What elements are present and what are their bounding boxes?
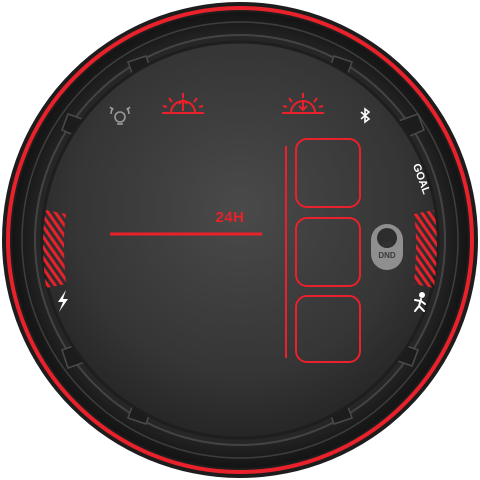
dnd-sleep-label: zzz xyxy=(382,242,392,248)
dnd-label[interactable]: DND xyxy=(370,252,404,260)
range-label: 24H xyxy=(215,209,245,226)
watch-dial-graphic xyxy=(2,2,478,478)
right-stripe-bar xyxy=(414,210,437,288)
watch-face: 24H GOAL zzz DND xyxy=(0,0,480,480)
left-stripe-bar xyxy=(43,210,66,288)
